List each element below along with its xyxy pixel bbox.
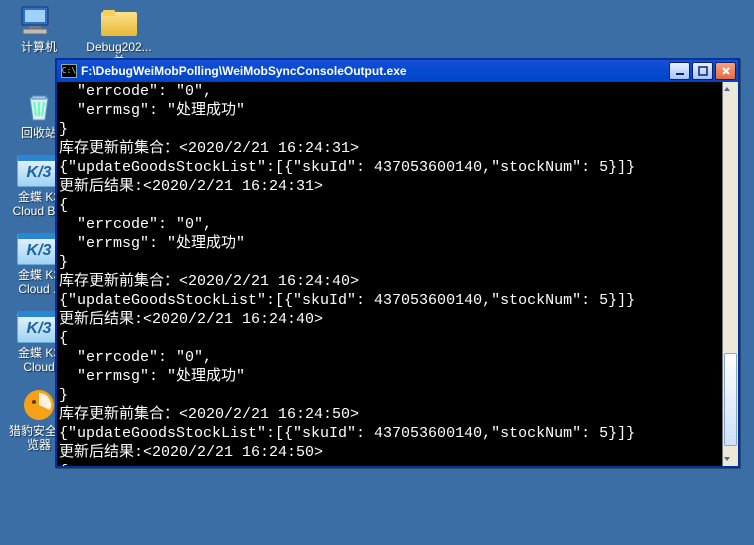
maximize-button[interactable] (692, 62, 713, 80)
folder-icon (95, 4, 143, 38)
titlebar[interactable]: C:\ F:\DebugWeiMobPolling\WeiMobSyncCons… (57, 60, 738, 82)
console-window: C:\ F:\DebugWeiMobPolling\WeiMobSyncCons… (55, 58, 740, 468)
scroll-down-button[interactable] (723, 452, 738, 466)
close-button[interactable] (715, 62, 736, 80)
scroll-up-button[interactable] (723, 82, 738, 96)
computer-icon (15, 4, 63, 38)
cmd-icon: C:\ (61, 64, 77, 78)
scroll-thumb[interactable] (724, 353, 737, 446)
desktop-icon-label: 计算机 (2, 40, 76, 54)
minimize-button[interactable] (669, 62, 690, 80)
console-output: "errcode": "0", "errmsg": "处理成功" } 库存更新前… (57, 82, 722, 466)
scrollbar[interactable] (722, 82, 738, 466)
scroll-track[interactable] (723, 96, 738, 452)
window-title: F:\DebugWeiMobPolling\WeiMobSyncConsoleO… (81, 64, 667, 78)
